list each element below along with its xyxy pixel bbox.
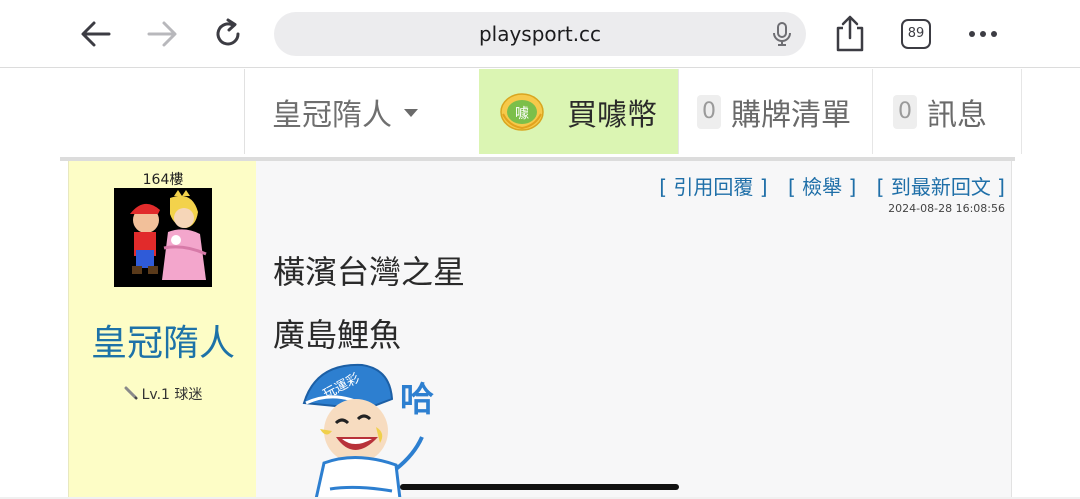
- address-bar[interactable]: playsport.cc: [274, 12, 806, 56]
- report-link[interactable]: [ 檢舉 ]: [788, 175, 856, 199]
- laughing-sticker-image: 玩運彩 哈: [302, 363, 434, 499]
- latest-reply-label: 到最新回文: [890, 175, 991, 199]
- poster-panel: 164樓 皇冠隋人 Lv.1 球迷: [68, 161, 256, 499]
- buy-coins-button[interactable]: 噱 買噱幣: [479, 69, 678, 154]
- header-spacer: [0, 69, 244, 154]
- forward-arrow-icon[interactable]: [142, 14, 182, 54]
- post-line-1: 橫濱台灣之星: [273, 253, 466, 291]
- user-menu-name: 皇冠隋人: [272, 97, 392, 133]
- browser-toolbar: playsport.cc 89: [0, 0, 1080, 68]
- post-actions: [ 引用回覆 ] [ 檢舉 ] [ 到最新回文 ]: [645, 171, 1005, 200]
- user-menu[interactable]: 皇冠隋人: [244, 69, 479, 154]
- tabs-icon[interactable]: 89: [901, 19, 931, 49]
- sticker-text: 哈: [400, 380, 434, 420]
- microphone-icon[interactable]: [768, 20, 796, 48]
- reload-icon[interactable]: [208, 14, 248, 54]
- poster-level: Lv.1 球迷: [69, 384, 257, 404]
- quote-reply-label: 引用回覆: [673, 175, 754, 199]
- pencil-icon: [124, 386, 138, 400]
- latest-reply-link[interactable]: [ 到最新回文 ]: [877, 175, 1005, 199]
- post-timestamp: 2024-08-28 16:08:56: [888, 202, 1005, 215]
- avatar[interactable]: [114, 188, 212, 287]
- post-line-2: 廣島鯉魚: [273, 316, 402, 354]
- site-header: 皇冠隋人 噱 買噱幣 0 購牌清單 0 訊息: [0, 69, 1080, 154]
- quote-reply-link[interactable]: [ 引用回覆 ]: [659, 175, 767, 199]
- cart-button[interactable]: 0 購牌清單: [678, 69, 872, 154]
- caret-down-icon: [404, 108, 418, 117]
- back-arrow-icon[interactable]: [76, 14, 116, 54]
- coin-text: 噱: [515, 106, 529, 122]
- poster-level-text: Lv.1 球迷: [141, 387, 203, 403]
- home-indicator[interactable]: [400, 484, 679, 490]
- buy-coins-label: 買噱幣: [567, 97, 657, 133]
- coin-icon: 噱: [500, 92, 544, 131]
- share-icon[interactable]: [832, 14, 868, 54]
- report-label: 檢舉: [802, 175, 843, 199]
- poster-name[interactable]: 皇冠隋人: [69, 314, 257, 366]
- cart-label: 購牌清單: [731, 97, 851, 133]
- post-content: [ 引用回覆 ] [ 檢舉 ] [ 到最新回文 ] 2024-08-28 16:…: [256, 161, 1012, 499]
- url-text: playsport.cc: [478, 22, 602, 46]
- more-icon[interactable]: [966, 20, 1000, 48]
- messages-count: 0: [893, 94, 917, 129]
- floor-number: 164樓: [142, 172, 184, 188]
- cart-count: 0: [697, 94, 721, 129]
- messages-label: 訊息: [927, 97, 987, 133]
- messages-button[interactable]: 0 訊息: [872, 69, 1022, 154]
